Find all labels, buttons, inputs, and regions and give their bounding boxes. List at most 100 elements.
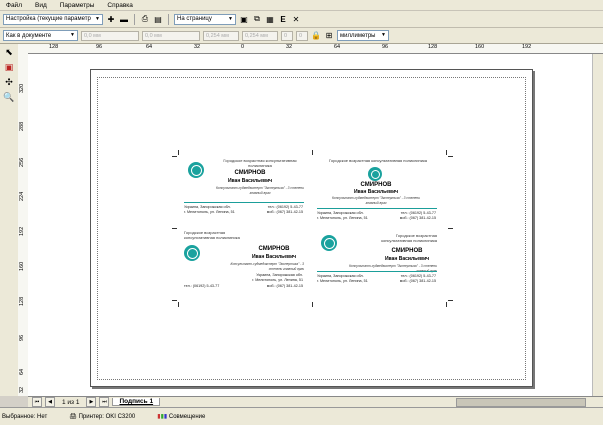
- card-org: Городское возрастная консультативная пол…: [184, 230, 240, 240]
- last-page-button[interactable]: ⏭: [99, 397, 110, 407]
- y-field-value: 0,0 мм: [145, 32, 162, 39]
- fit-combo-value: На страницу: [177, 16, 212, 22]
- menu-help[interactable]: Справка: [107, 2, 133, 9]
- height-field-value: 0,254 мм: [245, 32, 268, 39]
- card-phone: тел.: (06192) 5-43-77: [184, 284, 220, 288]
- business-card[interactable]: Городское возрастная консультативная пол…: [313, 229, 440, 301]
- menu-view[interactable]: Вид: [35, 2, 47, 9]
- ruler-tick: 64: [146, 44, 153, 50]
- first-page-button[interactable]: ⏮: [32, 397, 42, 407]
- x-field-value: 0,0 мм: [84, 32, 101, 39]
- printer-status: 🖨 Принтер: OKI C3200: [69, 413, 135, 420]
- horizontal-scrollbar[interactable]: [456, 398, 586, 407]
- business-card[interactable]: Городское возрастная консультативная пол…: [180, 156, 307, 228]
- tab-page-1[interactable]: Подпись 1: [112, 398, 161, 406]
- card-given-name: Иван Васильевич: [227, 178, 273, 184]
- card-address-line1: Украина, Запорожская обл.: [317, 274, 364, 278]
- card-address-line1: Украина, Запорожская обл.: [256, 273, 303, 277]
- color-bars-icon: ▮: [163, 414, 168, 420]
- ruler-tick: 288: [19, 121, 25, 131]
- doc-combo-value: Как в документе: [6, 32, 52, 39]
- card-phone: тел.: (06192) 5-43-77: [267, 205, 303, 209]
- card-address-line1: Украина, Запорожская обл.: [317, 211, 364, 215]
- crop-mark: [448, 228, 453, 229]
- scale-y-field[interactable]: 0: [296, 30, 308, 41]
- toolbar-main: Настройка (текущие параметр ▼ ✚ ▬ ⎙ ▤ На…: [0, 11, 603, 28]
- width-field[interactable]: 0,254 мм: [203, 30, 239, 41]
- clinic-logo-icon: [188, 162, 204, 178]
- printer-status-label: Принтер: OKI C3200: [78, 414, 136, 420]
- x-field[interactable]: 0,0 мм: [81, 30, 139, 41]
- crop-mark: [448, 300, 453, 301]
- preset-combo-value: Настройка (текущие параметр: [6, 16, 91, 22]
- emulsion-icon[interactable]: E: [278, 14, 288, 24]
- ruler-tick: 64: [334, 44, 341, 50]
- units-combo-value: миллиметры: [340, 32, 376, 39]
- imposition-tool-icon[interactable]: ▣: [2, 61, 16, 74]
- crop-mark: [448, 156, 453, 157]
- card-org: Городское возрастная консультативная пол…: [223, 158, 297, 168]
- crop-mark: [446, 302, 447, 307]
- toolbar-layout: Как в документе ▼ 0,0 мм 0,0 мм 0,254 мм…: [0, 28, 603, 44]
- ruler-tick: 128: [19, 296, 25, 306]
- card-mobile: моб.: (067) 381-42-15: [399, 216, 436, 220]
- crop-mark: [178, 302, 179, 307]
- marks-tool-icon[interactable]: ✣: [2, 76, 16, 89]
- ruler-icon[interactable]: ⊞: [324, 31, 334, 41]
- scale-x-field[interactable]: 0: [281, 30, 293, 41]
- ruler-tick: 64: [19, 368, 25, 375]
- y-field[interactable]: 0,0 мм: [142, 30, 200, 41]
- preset-combo[interactable]: Настройка (текущие параметр ▼: [3, 13, 103, 25]
- lock-icon[interactable]: 🔒: [311, 31, 321, 41]
- prev-page-button[interactable]: ◀: [45, 397, 55, 407]
- chevron-down-icon: ▼: [95, 15, 100, 22]
- separator: [168, 13, 169, 25]
- card-given-name: Иван Васильевич: [353, 189, 399, 195]
- vertical-scrollbar[interactable]: [592, 54, 603, 396]
- card-given-name: Иван Васильевич: [384, 256, 430, 262]
- menu-options[interactable]: Параметры: [60, 2, 95, 9]
- compat-status: ▮▮▮ Совмещение: [157, 413, 205, 420]
- remove-preset-icon[interactable]: ▬: [119, 14, 129, 24]
- crop-mark: [172, 156, 177, 157]
- ruler-tick: 128: [49, 44, 59, 50]
- tool-panel: ⬉ ▣ ✣ 🔍: [0, 44, 19, 396]
- print-page[interactable]: Городское возрастная консультативная пол…: [90, 69, 533, 387]
- card-org: Городское возрастная консультативная пол…: [381, 233, 437, 243]
- card-address-line1: Украина, Запорожская обл.: [184, 205, 231, 209]
- full-screen-icon[interactable]: ▣: [239, 14, 249, 24]
- crop-mark: [312, 150, 313, 155]
- ruler-tick: 96: [382, 44, 389, 50]
- ruler-top[interactable]: 128 96 64 32 0 32 64 96 128 160 192: [28, 44, 603, 54]
- next-page-button[interactable]: ▶: [86, 397, 97, 407]
- preview-canvas[interactable]: Городское возрастная консультативная пол…: [28, 54, 592, 396]
- ruler-tick: 32: [19, 386, 25, 393]
- doc-combo[interactable]: Как в документе ▼: [3, 30, 78, 41]
- print-setup-icon[interactable]: ▤: [153, 14, 163, 24]
- card-position: Консультант-судмедэксперт "Экспертиза" -…: [332, 196, 420, 205]
- add-preset-icon[interactable]: ✚: [106, 14, 116, 24]
- card-divider: [184, 202, 304, 203]
- crop-mark: [172, 228, 177, 229]
- layout-icon[interactable]: ⧉: [252, 14, 262, 24]
- crop-mark: [172, 300, 177, 301]
- pick-tool-icon[interactable]: ⬉: [2, 46, 16, 59]
- print-icon[interactable]: ⎙: [140, 14, 150, 24]
- units-combo[interactable]: миллиметры ▼: [337, 30, 389, 41]
- zoom-tool-icon[interactable]: 🔍: [2, 91, 16, 104]
- selection-status: Выбранное: Нет: [2, 413, 48, 420]
- clinic-logo-icon: [321, 235, 337, 251]
- card-mobile: моб.: (067) 381-42-15: [266, 210, 303, 214]
- menu-file[interactable]: Файл: [6, 2, 22, 9]
- height-field[interactable]: 0,254 мм: [242, 30, 278, 41]
- page-icon[interactable]: ▦: [265, 14, 275, 24]
- card-address-line2: г. Мелитополь, ул. Ленина, 51: [317, 216, 368, 220]
- business-card[interactable]: Городское возрастная консультативная пол…: [313, 156, 440, 228]
- card-surname: СМИРНОВ: [258, 246, 290, 252]
- business-card[interactable]: Городское возрастная консультативная пол…: [180, 229, 307, 301]
- fit-combo[interactable]: На страницу ▼: [174, 13, 236, 25]
- ruler-tick: 192: [19, 226, 25, 236]
- scale-x-value: 0: [284, 32, 288, 39]
- card-surname: СМИРНОВ: [360, 182, 392, 188]
- close-preview-icon[interactable]: ✕: [291, 14, 301, 24]
